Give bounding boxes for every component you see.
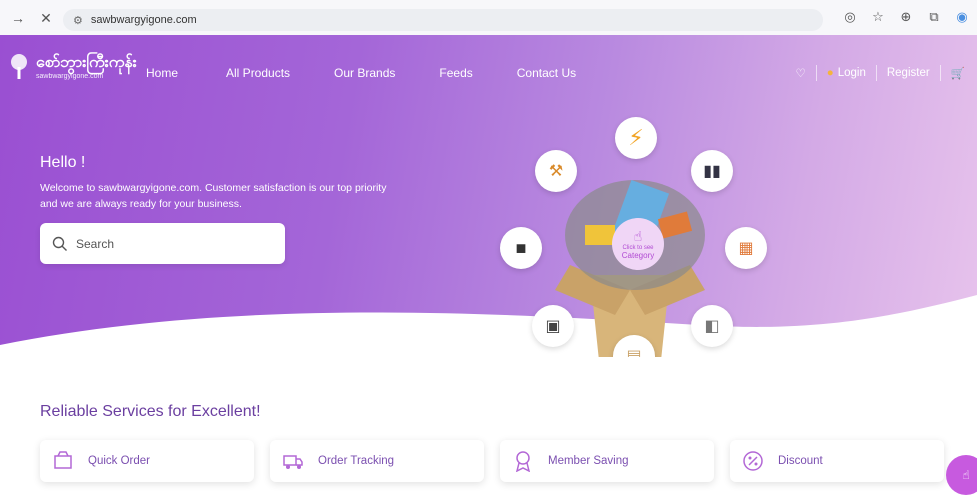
browser-actions: ◎ ☆ ⊕ ⧉ ◉ [841,8,971,26]
logo-subtitle: sawbwargyigone.com [36,72,104,80]
electric-icon[interactable]: ⚡ [615,117,657,159]
close-icon[interactable]: ✕ [36,8,56,28]
search-placeholder: Search [76,236,115,251]
paint-icon[interactable]: ▮▮ [691,150,733,192]
pointer-icon: ☝ [633,228,643,244]
cart-icon[interactable]: 🛒 [951,66,965,80]
extension-icon[interactable]: ⊕ [897,8,915,26]
services-cards: Quick Order Order Tracking Member Saving… [40,440,944,482]
pointer-icon: ☝ [962,468,970,482]
hero-section: စော်ဘွားကြီးကုန်း sawbwargyigone.com Hom… [0,35,977,357]
medal-icon [512,450,534,472]
site-settings-icon[interactable]: ⚙ [73,14,83,27]
profile-icon[interactable]: ◉ [953,8,971,26]
service-card-discount[interactable]: Discount [730,440,944,482]
help-button[interactable]: ☝ [946,455,977,495]
heart-icon[interactable]: ♡ [795,66,805,80]
logo[interactable]: စော်ဘွားကြီးကုန်း sawbwargyigone.com [8,53,137,81]
website: စော်ဘွားကြီးကုန်း sawbwargyigone.com Hom… [0,35,977,495]
forward-icon[interactable]: → [8,8,28,28]
service-card-order-tracking[interactable]: Order Tracking [270,440,484,482]
nav-all-products[interactable]: All Products [226,66,290,80]
eye-off-icon[interactable]: ◎ [841,8,859,26]
hero-wave [0,295,977,357]
category-button[interactable]: ☝ Click to see Category [612,218,664,270]
machine-icon[interactable]: ▣ [532,305,574,347]
address-bar[interactable]: ⚙ sawbwargyigone.com [63,9,823,31]
building-icon[interactable]: ▦ [725,227,767,269]
cctv-icon[interactable]: ◧ [691,305,733,347]
search-icon [52,236,67,251]
nav-feeds[interactable]: Feeds [439,66,472,80]
discount-icon [742,450,764,472]
tree-logo-icon [11,54,27,79]
user-area: ♡ ● Login Register 🛒 [795,65,965,81]
tools-icon[interactable]: ⚒ [535,150,577,192]
url-text: sawbwargyigone.com [90,14,197,26]
service-card-quick-order[interactable]: Quick Order [40,440,254,482]
services-title: Reliable Services for Excellent! [40,403,261,420]
site-header: စော်ဘွားကြီးကုန်း sawbwargyigone.com Hom… [0,35,977,107]
user-icon: ● [826,67,834,79]
hero-greeting: Hello ! [40,154,86,171]
browser-toolbar: → ✕ ⚙ sawbwargyigone.com ◎ ☆ ⊕ ⧉ ◉ [0,0,977,35]
generator-icon[interactable]: ■ [500,227,542,269]
truck-icon [282,450,304,472]
logo-title: စော်ဘွားကြီးကုန်း [36,53,137,71]
puzzle-icon[interactable]: ⧉ [925,8,943,26]
cart-box-icon [52,450,74,472]
main-menu: Home All Products Our Brands Feeds Conta… [146,66,620,80]
star-icon[interactable]: ☆ [869,8,887,26]
register-link[interactable]: Register [887,67,930,79]
service-card-member-saving[interactable]: Member Saving [500,440,714,482]
hero-welcome: Welcome to sawbwargyigone.com. Customer … [40,182,387,210]
nav-our-brands[interactable]: Our Brands [334,66,395,80]
category-illustration: ☝ Click to see Category ⚡ ⚒ ▮▮ ■ ▦ ▣ ◧ ▤ [495,115,775,357]
login-link[interactable]: Login [838,67,866,79]
nav-home[interactable]: Home [146,66,178,80]
nav-contact-us[interactable]: Contact Us [517,66,576,80]
search-input[interactable]: Search [40,223,285,264]
